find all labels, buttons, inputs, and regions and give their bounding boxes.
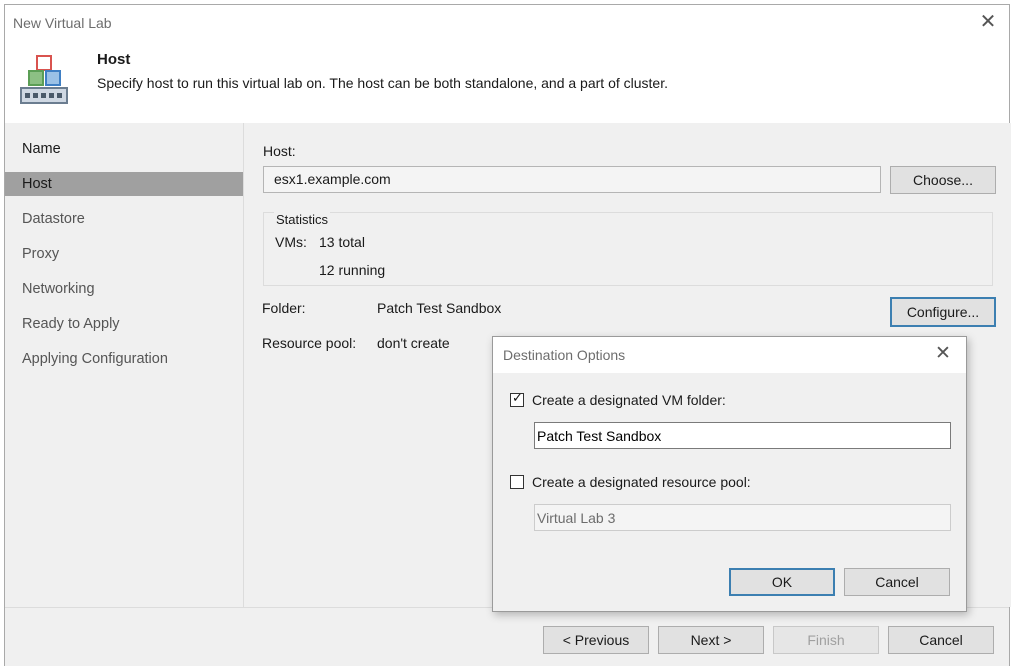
- statistics-title: Statistics: [274, 212, 331, 227]
- sidebar-item-applying-configuration[interactable]: Applying Configuration: [5, 347, 243, 371]
- resource-pool-value: don't create: [377, 335, 450, 351]
- dialog-close-icon[interactable]: ✕: [932, 343, 954, 365]
- dialog-cancel-button[interactable]: Cancel: [844, 568, 950, 596]
- sidebar-item-ready-to-apply[interactable]: Ready to Apply: [5, 312, 243, 336]
- resource-pool-label: Resource pool:: [262, 335, 357, 351]
- vm-folder-checkbox-label[interactable]: Create a designated VM folder:: [532, 392, 726, 408]
- statistics-group: Statistics VMs: 13 total 12 running: [263, 212, 993, 286]
- header-description: Specify host to run this virtual lab on.…: [97, 75, 668, 91]
- cancel-button[interactable]: Cancel: [888, 626, 994, 654]
- sidebar-item-datastore[interactable]: Datastore: [5, 207, 243, 231]
- wizard-header: Host Specify host to run this virtual la…: [5, 41, 1009, 123]
- folder-value: Patch Test Sandbox: [377, 300, 502, 316]
- configure-button[interactable]: Configure...: [890, 297, 996, 327]
- checkmark-icon: ✓: [512, 390, 523, 405]
- sidebar-item-proxy[interactable]: Proxy: [5, 242, 243, 266]
- sidebar-item-networking[interactable]: Networking: [5, 277, 243, 301]
- resource-pool-checkbox[interactable]: [510, 475, 524, 489]
- virtual-lab-icon: [20, 55, 68, 104]
- next-button[interactable]: Next >: [658, 626, 764, 654]
- close-icon[interactable]: ✕: [977, 11, 999, 33]
- resource-pool-name-input[interactable]: [534, 504, 951, 531]
- sidebar-item-host[interactable]: Host: [5, 172, 243, 196]
- vm-folder-name-input[interactable]: [534, 422, 951, 449]
- vms-running: 12 running: [319, 262, 386, 278]
- wizard-steps-sidebar: Name Host Datastore Proxy Networking Rea…: [5, 123, 244, 607]
- previous-button[interactable]: < Previous: [543, 626, 649, 654]
- dialog-title-bar: Destination Options ✕: [493, 337, 966, 373]
- host-field[interactable]: esx1.example.com: [263, 166, 881, 193]
- folder-label: Folder:: [262, 300, 306, 316]
- vms-label: VMs:: [275, 234, 307, 250]
- host-label: Host:: [263, 143, 296, 159]
- finish-button[interactable]: Finish: [773, 626, 879, 654]
- header-title: Host: [97, 51, 131, 68]
- ok-button[interactable]: OK: [729, 568, 835, 596]
- vm-folder-checkbox[interactable]: ✓: [510, 390, 524, 407]
- window-title: New Virtual Lab: [13, 15, 112, 31]
- vms-total: 13 total: [319, 234, 365, 250]
- dialog-title: Destination Options: [503, 347, 626, 363]
- title-bar: New Virtual Lab ✕: [5, 5, 1009, 41]
- wizard-footer: < Previous Next > Finish Cancel: [5, 607, 1009, 666]
- resource-pool-checkbox-label[interactable]: Create a designated resource pool:: [532, 474, 751, 490]
- sidebar-item-name[interactable]: Name: [5, 137, 243, 161]
- destination-options-dialog: Destination Options ✕ ✓ Create a designa…: [492, 336, 967, 612]
- choose-button[interactable]: Choose...: [890, 166, 996, 194]
